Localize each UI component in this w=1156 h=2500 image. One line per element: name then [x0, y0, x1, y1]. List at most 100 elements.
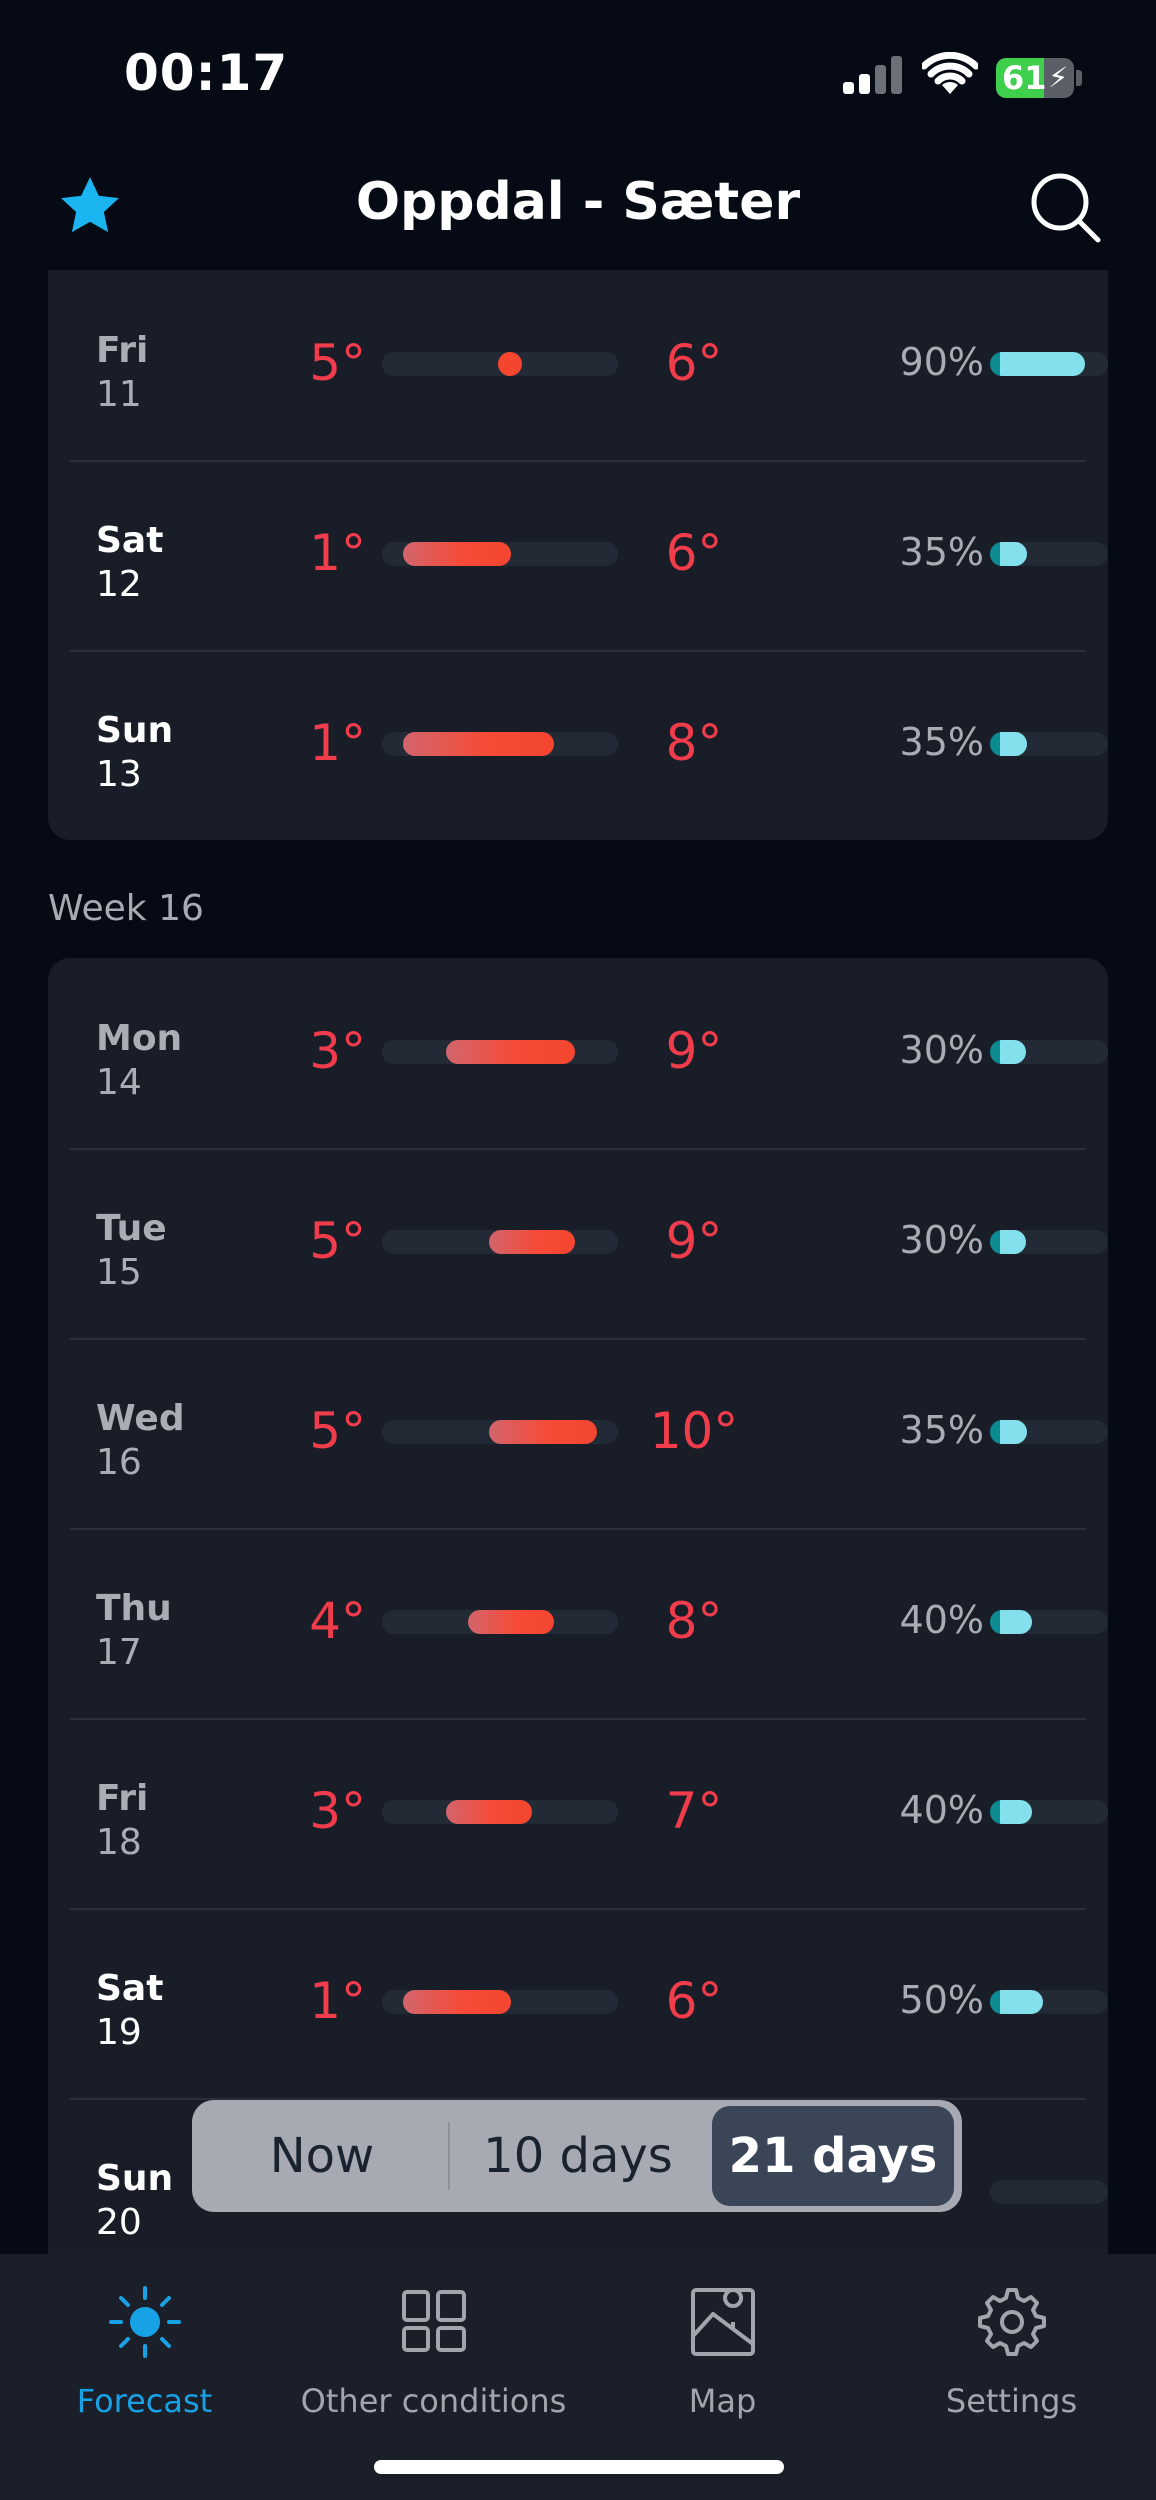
precipitation-probability: 35% — [899, 720, 984, 764]
week-card: Fri 11 5° 6° 90% Sat 12 1° 6° 35% Sun 13 1° 8° 35% — [48, 270, 1108, 840]
battery-icon: 61 ⚡ — [996, 58, 1074, 98]
day-name: Sat — [96, 520, 164, 561]
precipitation-bar — [990, 2180, 1108, 2204]
day-name: Wed — [96, 1398, 185, 1439]
day-row[interactable]: Mon 14 3° 9° 30% — [70, 958, 1108, 1148]
day-name: Tue — [96, 1208, 167, 1249]
forecast-list[interactable]: Fri 11 5° 6° 90% Sat 12 1° 6° 35% Sun 13 1° 8° 35% Wee… — [0, 270, 1156, 2254]
temperature-range-fill — [498, 352, 522, 376]
week-label: Week 16 — [48, 888, 204, 929]
day-row[interactable]: Thu 17 4° 8° 40% — [70, 1528, 1108, 1718]
precipitation-bar-fill — [990, 1420, 1028, 1444]
max-temperature: 6° — [665, 1972, 723, 2030]
day-date: 12 — [96, 564, 142, 605]
temperature-range-fill — [489, 1230, 576, 1254]
charging-bolt-icon: ⚡ — [1048, 61, 1068, 94]
temperature-range-fill — [403, 732, 554, 756]
precipitation-bar-fill — [990, 1040, 1026, 1064]
temperature-range-bar — [382, 1990, 618, 2014]
min-temperature: 5° — [309, 334, 366, 392]
range-option-21-days[interactable]: 21 days — [712, 2106, 954, 2206]
tab-label: Settings — [945, 2382, 1078, 2420]
day-row[interactable]: Wed 16 5° 10° 35% — [70, 1338, 1108, 1528]
temperature-range-bar — [382, 1800, 618, 1824]
range-option-10-days[interactable]: 10 days — [454, 2106, 702, 2206]
temperature-range-bar — [382, 1610, 618, 1634]
day-row[interactable]: Sat 19 1° 6° 50% — [70, 1908, 1108, 2098]
max-temperature: 9° — [665, 1022, 723, 1080]
day-date: 18 — [96, 1822, 142, 1863]
temperature-range-fill — [489, 1420, 597, 1444]
day-row[interactable]: Sat 12 1° 6° 35% — [70, 460, 1108, 650]
day-name: Mon — [96, 1018, 183, 1059]
day-name: Fri — [96, 1778, 149, 1819]
week-card: Mon 14 3° 9° 30% Tue 15 5° 9° 30% Wed 16 5° 10° 35% Thu… — [48, 958, 1108, 2254]
day-row[interactable]: Sun 13 1° 8° 35% — [70, 650, 1108, 840]
precipitation-probability: 90% — [899, 340, 984, 384]
day-name: Fri — [96, 330, 149, 371]
min-temperature: 1° — [309, 1972, 366, 2030]
precipitation-bar — [990, 542, 1108, 566]
temperature-range-bar — [382, 542, 618, 566]
home-indicator[interactable] — [374, 2460, 784, 2474]
precipitation-probability: 30% — [899, 1028, 984, 1072]
tab-settings[interactable]: Settings — [867, 2274, 1156, 2424]
temperature-range-fill — [446, 1800, 533, 1824]
range-option-now[interactable]: Now — [200, 2106, 444, 2206]
min-temperature: 3° — [309, 1022, 366, 1080]
day-row[interactable]: Fri 18 3° 7° 40% — [70, 1718, 1108, 1908]
temperature-range-fill — [403, 542, 511, 566]
tab-label: Map — [688, 2382, 757, 2420]
search-icon[interactable] — [1028, 170, 1102, 244]
app-header: Oppdal - Sæter — [0, 150, 1156, 270]
precipitation-bar — [990, 1230, 1108, 1254]
precipitation-bar — [990, 1610, 1108, 1634]
tab-forecast[interactable]: Forecast — [0, 2274, 289, 2424]
day-name: Sat — [96, 1968, 164, 2009]
day-name: Sun — [96, 710, 174, 751]
precipitation-bar-fill — [990, 1800, 1033, 1824]
battery-cap — [1076, 70, 1082, 86]
tab-label: Other conditions — [300, 2382, 567, 2420]
tab-other-conditions[interactable]: Other conditions — [289, 2274, 578, 2424]
precipitation-bar-fill — [990, 1610, 1033, 1634]
status-time: 00:17 — [124, 44, 289, 102]
day-row[interactable]: Fri 11 5° 6° 90% — [70, 270, 1108, 460]
precipitation-probability: 40% — [899, 1788, 984, 1832]
day-date: 14 — [96, 1062, 142, 1103]
day-date: 20 — [96, 2202, 142, 2243]
day-name: Sun — [96, 2158, 174, 2199]
max-temperature: 6° — [665, 334, 723, 392]
grid-icon — [401, 2290, 466, 2352]
max-temperature: 8° — [665, 1592, 723, 1650]
precipitation-bar-fill — [990, 1230, 1026, 1254]
temperature-range-fill — [403, 1990, 511, 2014]
temperature-range-fill — [446, 1040, 576, 1064]
max-temperature: 7° — [665, 1782, 723, 1840]
location-title: Oppdal - Sæter — [355, 172, 801, 232]
sun-icon — [108, 2286, 181, 2358]
precipitation-probability: 30% — [899, 1218, 984, 1262]
max-temperature: 6° — [665, 524, 723, 582]
day-date: 17 — [96, 1632, 142, 1673]
temperature-range-bar — [382, 732, 618, 756]
precipitation-bar — [990, 1800, 1108, 1824]
precipitation-probability: 50% — [899, 1978, 984, 2022]
day-name: Thu — [96, 1588, 172, 1629]
day-date: 19 — [96, 2012, 142, 2053]
precipitation-probability: 35% — [899, 1408, 984, 1452]
min-temperature: 3° — [309, 1782, 366, 1840]
temperature-range-fill — [467, 1610, 554, 1634]
tab-label: Forecast — [76, 2382, 213, 2420]
min-temperature: 5° — [309, 1402, 366, 1460]
precipitation-bar — [990, 732, 1108, 756]
day-date: 13 — [96, 754, 142, 795]
precipitation-probability: 40% — [899, 1598, 984, 1642]
max-temperature: 8° — [665, 714, 723, 772]
gear-icon — [977, 2288, 1046, 2356]
tab-map[interactable]: Map — [578, 2274, 867, 2424]
precipitation-bar — [990, 1990, 1108, 2014]
day-row[interactable]: Tue 15 5° 9° 30% — [70, 1148, 1108, 1338]
precipitation-bar — [990, 352, 1108, 376]
temperature-range-bar — [382, 1040, 618, 1064]
